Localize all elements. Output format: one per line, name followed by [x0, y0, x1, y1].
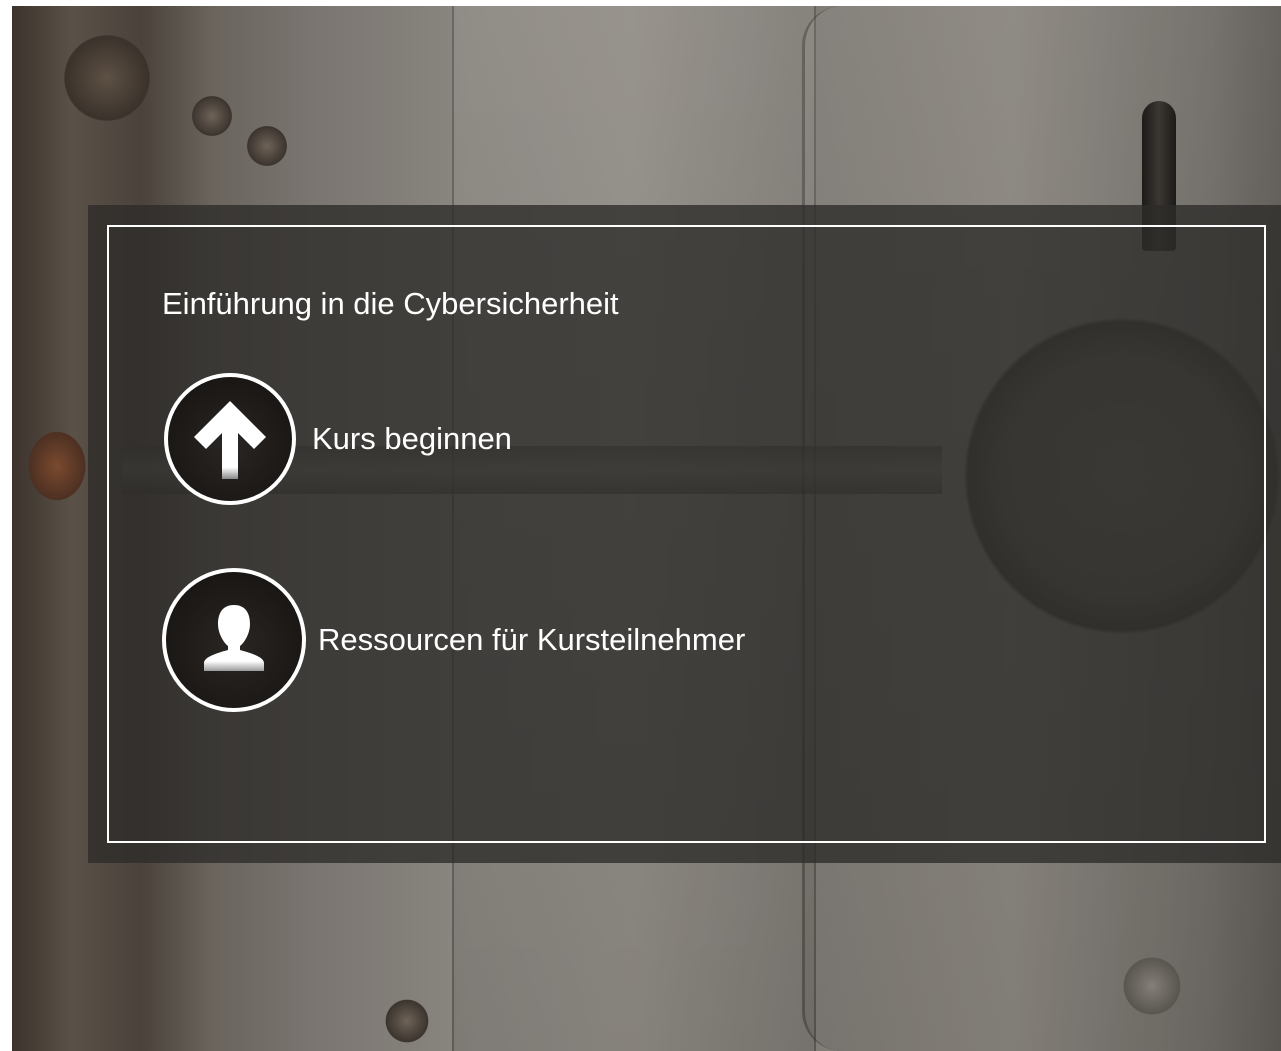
arrow-up-icon[interactable]	[164, 373, 296, 505]
student-resources-button[interactable]: Ressourcen für Kursteilnehmer	[162, 568, 745, 712]
start-course-label[interactable]: Kurs beginnen	[312, 421, 512, 457]
start-course-button[interactable]: Kurs beginnen	[164, 373, 512, 505]
user-icon[interactable]	[162, 568, 306, 712]
student-resources-label[interactable]: Ressourcen für Kursteilnehmer	[318, 622, 745, 658]
course-title: Einführung in die Cybersicherheit	[162, 286, 619, 321]
